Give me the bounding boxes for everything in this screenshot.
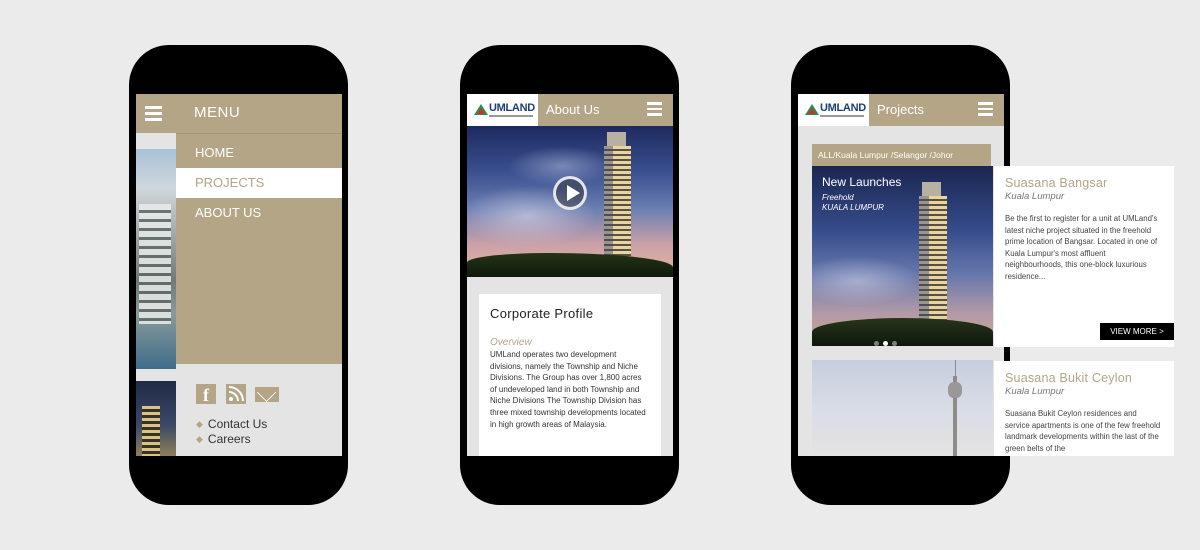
logo-mark-icon — [474, 104, 488, 115]
sky-cloud — [812, 256, 922, 306]
careers-label: Careers — [207, 432, 251, 446]
project-location: Kuala Lumpur — [1005, 386, 1065, 397]
carousel-dot-active[interactable] — [883, 341, 888, 346]
menu-item-about-us[interactable]: ABOUT US — [176, 198, 342, 228]
treeline — [812, 318, 993, 346]
project-name[interactable]: Suasana Bukit Ceylon — [1005, 371, 1163, 385]
slide-subtitle: Freehold KUALA LUMPUR — [822, 193, 884, 212]
page-title: Projects — [877, 102, 924, 117]
menu-panel: HOME PROJECTS ABOUT US — [176, 133, 342, 364]
treeline — [467, 253, 673, 277]
menu-item-home[interactable]: HOME — [176, 138, 342, 168]
phone-projects: UMLAND Projects ALL/Kuala Lumpur /Selang… — [791, 45, 1010, 505]
location-filter[interactable]: ALL/Kuala Lumpur /Selangor /Johor — [812, 144, 991, 166]
play-video-icon[interactable] — [553, 176, 587, 210]
menu-footer: f ◆ Contact Us ◆ Careers — [176, 364, 342, 456]
project-card-suasana-bangsar: Suasana Bangsar Kuala Lumpur Be the firs… — [994, 166, 1174, 347]
logo-wordmark: UMLAND — [489, 102, 535, 114]
logo-tagline — [820, 115, 864, 117]
umland-logo[interactable]: UMLAND — [467, 94, 538, 126]
menu-item-projects[interactable]: PROJECTS — [176, 168, 342, 198]
contact-us-link[interactable]: ◆ Contact Us — [196, 417, 267, 432]
overview-label: Overview — [490, 337, 532, 348]
phone-menu: MENU HOME PROJECTS ABOUT US f ◆ Contact U… — [129, 45, 348, 505]
hamburger-icon[interactable] — [647, 102, 662, 116]
slide-title: New Launches — [822, 175, 902, 189]
building-image — [136, 149, 176, 369]
corporate-profile-card: Corporate Profile Overview UMLand operat… — [479, 294, 661, 456]
project-description: Be the first to register for a unit at U… — [1005, 214, 1158, 281]
card-title: Corporate Profile — [490, 306, 594, 321]
phone-about-us: UMLAND About Us Corporate Profile Overvi… — [460, 45, 679, 505]
kl-tower-pod — [948, 382, 962, 398]
building-image — [136, 381, 176, 456]
project-description: Suasana Bukit Ceylon residences and serv… — [1005, 409, 1161, 453]
slide-location: KUALA LUMPUR — [822, 202, 884, 212]
bullet-icon: ◆ — [196, 419, 203, 429]
app-header: UMLAND About Us — [467, 94, 673, 126]
menu-topbar: MENU — [136, 94, 342, 133]
hamburger-icon[interactable] — [145, 106, 162, 121]
page-title: About Us — [546, 102, 600, 117]
rss-icon[interactable] — [226, 384, 246, 404]
hero-video — [467, 126, 673, 277]
overview-text: UMLand operates two development division… — [490, 350, 646, 429]
footer-links: ◆ Contact Us ◆ Careers — [196, 417, 267, 447]
contact-us-label: Contact Us — [207, 417, 268, 431]
mail-icon[interactable] — [255, 387, 279, 402]
carousel-dots — [874, 333, 901, 346]
about-screen: UMLAND About Us Corporate Profile Overvi… — [467, 94, 673, 456]
project-name[interactable]: Suasana Bangsar — [1005, 176, 1163, 190]
umland-logo[interactable]: UMLAND — [798, 94, 869, 126]
new-launches-slide[interactable]: New Launches Freehold KUALA LUMPUR — [812, 166, 993, 346]
view-more-button[interactable]: VIEW MORE > — [1100, 323, 1174, 340]
menu-screen: MENU HOME PROJECTS ABOUT US f ◆ Contact U… — [136, 94, 342, 456]
carousel-dot[interactable] — [892, 341, 897, 346]
bullet-icon: ◆ — [196, 434, 203, 444]
facebook-icon[interactable]: f — [196, 384, 216, 405]
hamburger-icon[interactable] — [978, 102, 993, 116]
bukit-ceylon-image[interactable] — [812, 360, 993, 456]
carousel-dot[interactable] — [874, 341, 879, 346]
logo-tagline — [489, 115, 533, 117]
careers-link[interactable]: ◆ Careers — [196, 432, 267, 447]
logo-mark-icon — [805, 104, 819, 115]
menu-title: MENU — [194, 104, 241, 121]
project-card-suasana-bukit-ceylon: Suasana Bukit Ceylon Kuala Lumpur Suasan… — [994, 361, 1174, 456]
project-location: Kuala Lumpur — [1005, 191, 1065, 202]
slide-tenure: Freehold — [822, 193, 854, 202]
app-header: UMLAND Projects — [798, 94, 1004, 126]
logo-wordmark: UMLAND — [820, 102, 866, 114]
projects-screen: UMLAND Projects ALL/Kuala Lumpur /Selang… — [798, 94, 1004, 456]
background-photo — [136, 134, 176, 456]
